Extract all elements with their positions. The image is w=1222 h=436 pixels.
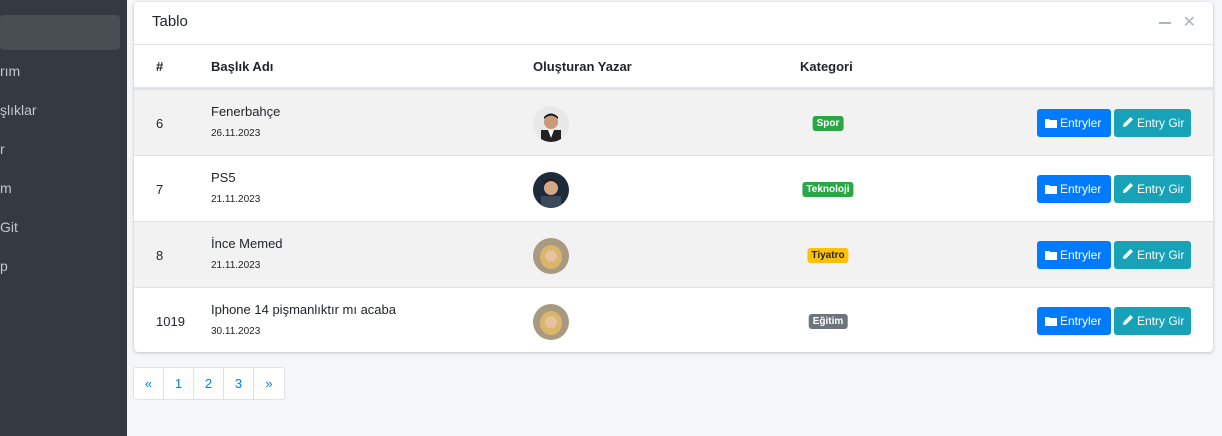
sidebar-item-label: Git xyxy=(0,219,18,235)
author-avatar xyxy=(533,304,569,340)
author-avatar xyxy=(533,172,569,208)
column-header-author: Oluşturan Yazar xyxy=(533,59,632,74)
row-id: 8 xyxy=(156,248,164,263)
table-row: 1019 Iphone 14 pişmanlıktır mı acaba 30.… xyxy=(134,287,1213,352)
sidebar-item-label: şlıklar xyxy=(0,102,37,118)
pagination: « 1 2 3 » xyxy=(133,367,285,400)
entry-write-button[interactable]: Entry Gir xyxy=(1114,241,1191,269)
entry-write-button-label: Entry Gir xyxy=(1137,314,1185,328)
sidebar-item-label: m xyxy=(0,180,12,196)
sidebar-item-1[interactable]: şlıklar xyxy=(0,95,127,125)
sidebar-item-label: p xyxy=(0,258,8,274)
row-date: 30.11.2023 xyxy=(211,326,261,337)
pencil-icon xyxy=(1122,110,1134,138)
row-id: 7 xyxy=(156,182,164,197)
row-title: İnce Memed xyxy=(211,236,283,251)
entry-write-button-label: Entry Gir xyxy=(1137,182,1185,196)
category-badge: Tiyatro xyxy=(807,248,849,263)
entries-button[interactable]: Entryler xyxy=(1037,175,1111,203)
sidebar: rım şlıklar r m Git p xyxy=(0,0,127,436)
sidebar-item-4[interactable]: Git xyxy=(0,212,127,242)
page-2[interactable]: 2 xyxy=(194,368,224,399)
row-date: 21.11.2023 xyxy=(211,260,261,271)
author-avatar xyxy=(533,238,569,274)
table-row: 7 PS5 21.11.2023 Teknoloji Entryler Entr… xyxy=(134,155,1213,221)
card-header: Tablo ✕ xyxy=(134,2,1213,45)
card-title: Tablo xyxy=(152,13,188,30)
row-title: Fenerbahçe xyxy=(211,104,281,119)
sidebar-item-5[interactable]: p xyxy=(0,251,127,281)
table-row: 8 İnce Memed 21.11.2023 Tiyatro Entryler… xyxy=(134,221,1213,287)
entries-button[interactable]: Entryler xyxy=(1037,241,1111,269)
author-avatar xyxy=(533,106,569,142)
page-1[interactable]: 1 xyxy=(164,368,194,399)
folder-icon xyxy=(1045,176,1057,204)
category-badge: Eğitim xyxy=(808,314,848,329)
entries-button-label: Entryler xyxy=(1060,248,1102,262)
collapse-icon[interactable] xyxy=(1159,22,1171,24)
sidebar-active-item[interactable] xyxy=(0,15,120,50)
row-date: 21.11.2023 xyxy=(211,194,261,205)
column-header-id: # xyxy=(156,59,164,74)
category-badge: Teknoloji xyxy=(802,182,854,197)
pencil-icon xyxy=(1122,308,1134,336)
sidebar-item-3[interactable]: m xyxy=(0,173,127,203)
table-card: Tablo ✕ # Başlık Adı Oluşturan Yazar Kat… xyxy=(134,2,1213,352)
sidebar-item-2[interactable]: r xyxy=(0,134,127,164)
sidebar-item-0[interactable]: rım xyxy=(0,56,127,86)
pencil-icon xyxy=(1122,176,1134,204)
entry-write-button[interactable]: Entry Gir xyxy=(1114,307,1191,335)
entries-button-label: Entryler xyxy=(1060,182,1102,196)
folder-icon xyxy=(1045,308,1057,336)
column-header-category: Kategori xyxy=(800,59,853,74)
entries-button[interactable]: Entryler xyxy=(1037,109,1111,137)
page-prev[interactable]: « xyxy=(134,368,164,399)
row-title: Iphone 14 pişmanlıktır mı acaba xyxy=(211,302,396,317)
entries-button-label: Entryler xyxy=(1060,314,1102,328)
page-3[interactable]: 3 xyxy=(224,368,254,399)
row-date: 26.11.2023 xyxy=(211,128,261,139)
page-next[interactable]: » xyxy=(254,368,284,399)
pencil-icon xyxy=(1122,242,1134,270)
row-id: 6 xyxy=(156,116,164,131)
row-id: 1019 xyxy=(156,314,185,329)
row-title: PS5 xyxy=(211,170,236,185)
entries-button[interactable]: Entryler xyxy=(1037,307,1111,335)
folder-icon xyxy=(1045,242,1057,270)
category-badge: Spor xyxy=(812,116,844,131)
folder-icon xyxy=(1045,110,1057,138)
table-header: # Başlık Adı Oluşturan Yazar Kategori xyxy=(134,45,1213,89)
entries-button-label: Entryler xyxy=(1060,116,1102,130)
sidebar-item-label: rım xyxy=(0,63,21,79)
close-icon[interactable]: ✕ xyxy=(1183,12,1196,32)
sidebar-item-label: r xyxy=(0,141,5,157)
entry-write-button[interactable]: Entry Gir xyxy=(1114,175,1191,203)
entry-write-button[interactable]: Entry Gir xyxy=(1114,109,1191,137)
entry-write-button-label: Entry Gir xyxy=(1137,248,1185,262)
table-row: 6 Fenerbahçe 26.11.2023 Spor Entryler En… xyxy=(134,89,1213,155)
column-header-title: Başlık Adı xyxy=(211,59,274,74)
entry-write-button-label: Entry Gir xyxy=(1137,116,1185,130)
